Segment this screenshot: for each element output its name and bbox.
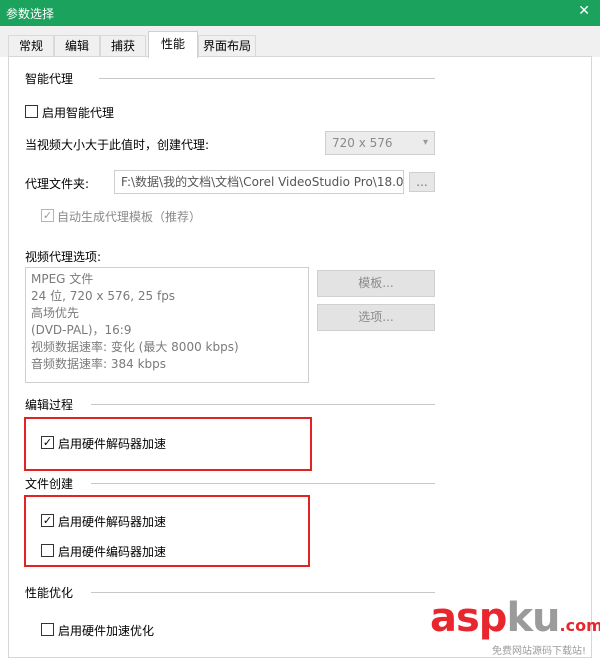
video-proxy-options-list: MPEG 文件 24 位, 720 x 576, 25 fps 高场优先 (DV…: [25, 267, 309, 383]
proxy-option-line: 24 位, 720 x 576, 25 fps: [31, 289, 176, 303]
create-hw-encoder-label: 启用硬件编码器加速: [58, 545, 167, 559]
tab-capture[interactable]: 捕获: [100, 35, 146, 57]
tab-edit[interactable]: 编辑: [54, 35, 100, 57]
hw-accel-optimization-checkbox[interactable]: [41, 623, 54, 636]
proxy-option-line: 音频数据速率: 384 kbps: [31, 357, 167, 371]
browse-folder-button[interactable]: ...: [409, 172, 435, 192]
enable-smart-proxy-checkbox[interactable]: [25, 105, 38, 118]
watermark-suffix: .com: [559, 616, 600, 635]
watermark-right: ku: [506, 595, 560, 641]
proxy-folder-label: 代理文件夹:: [25, 177, 90, 191]
performance-panel: 智能代理 启用智能代理 当视频大小大于此值时，创建代理: 720 x 576 ▾…: [8, 56, 592, 658]
auto-proxy-template-checkbox[interactable]: ✓: [41, 209, 54, 222]
title-bar: 参数选择 ✕: [0, 0, 600, 26]
editing-heading: 编辑过程: [25, 398, 74, 412]
options-button[interactable]: 选项...: [317, 304, 435, 331]
create-hw-decoder-checkbox[interactable]: ✓: [41, 514, 54, 527]
divider: [91, 404, 435, 405]
tab-performance[interactable]: 性能: [148, 31, 198, 58]
tab-strip: 常规 编辑 捕获 性能 界面布局: [0, 26, 600, 58]
proxy-option-line: MPEG 文件: [31, 272, 94, 286]
tab-general[interactable]: 常规: [8, 35, 54, 57]
close-icon[interactable]: ✕: [578, 3, 590, 19]
hw-accel-optimization-label: 启用硬件加速优化: [58, 624, 155, 638]
aspku-watermark-logo: aspku.com 免费网站源码下载站!: [430, 595, 600, 657]
watermark-left: asp: [430, 595, 507, 641]
divider: [91, 592, 435, 593]
edit-hw-decoder-label: 启用硬件解码器加速: [58, 437, 167, 451]
tab-ui-layout[interactable]: 界面布局: [198, 35, 256, 57]
optimization-heading: 性能优化: [25, 586, 74, 600]
auto-proxy-template-label: 自动生成代理模板（推荐）: [57, 210, 202, 224]
proxy-option-line: (DVD-PAL)，16:9: [31, 323, 132, 337]
divider: [91, 483, 435, 484]
chevron-down-icon: ▾: [422, 137, 428, 148]
file-creation-heading: 文件创建: [25, 477, 74, 491]
proxy-folder-input[interactable]: F:\数据\我的文档\文档\Corel VideoStudio Pro\18.0…: [114, 170, 404, 194]
watermark-subtitle: 免费网站源码下载站!: [492, 646, 587, 657]
proxy-threshold-value: 720 x 576: [332, 136, 393, 150]
video-proxy-options-heading: 视频代理选项:: [25, 250, 102, 264]
edit-hw-decoder-checkbox[interactable]: ✓: [41, 436, 54, 449]
create-hw-encoder-checkbox[interactable]: [41, 544, 54, 557]
template-button[interactable]: 模板...: [317, 270, 435, 297]
proxy-option-line: 视频数据速率: 变化 (最大 8000 kbps): [31, 340, 239, 354]
proxy-threshold-select[interactable]: 720 x 576 ▾: [325, 131, 435, 155]
proxy-threshold-label: 当视频大小大于此值时，创建代理:: [25, 138, 210, 152]
divider: [99, 78, 435, 79]
smart-proxy-heading: 智能代理: [25, 72, 74, 86]
create-hw-decoder-label: 启用硬件解码器加速: [58, 515, 167, 529]
proxy-option-line: 高场优先: [31, 306, 80, 320]
window-title: 参数选择: [6, 7, 55, 21]
enable-smart-proxy-label: 启用智能代理: [42, 106, 115, 120]
